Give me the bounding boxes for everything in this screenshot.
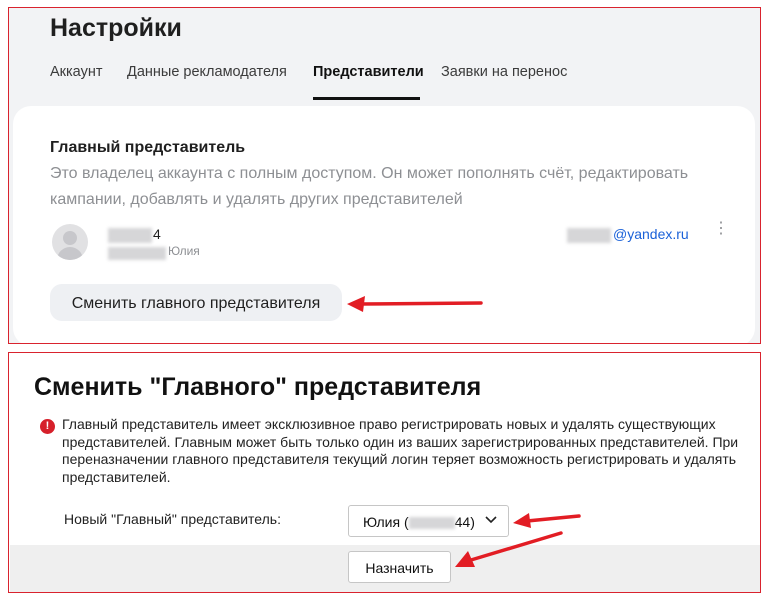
exclamation-circle-icon: ! [40,419,55,434]
avatar-head-shape [63,231,77,245]
assign-button[interactable]: Назначить [348,551,451,583]
tab-account[interactable]: Аккаунт [50,64,102,80]
tab-representatives[interactable]: Представители [313,64,424,80]
change-representative-dialog: Сменить "Главного" представителя ! Главн… [8,352,761,593]
vertical-ellipsis-icon[interactable]: ⋮ [713,221,729,244]
tab-transfer-requests[interactable]: Заявки на перенос [441,64,567,80]
user-name: Юлия [168,244,200,258]
tab-advertiser-data[interactable]: Данные рекламодателя [127,64,287,80]
user-login: 4 [153,226,161,242]
select-value: Юлия ( 44) [363,514,475,530]
redacted-email [567,228,611,243]
select-value-suffix: 44) [454,514,475,530]
change-main-representative-button[interactable]: Сменить главного представителя [50,284,342,321]
page-title: Настройки [50,14,182,42]
redacted-login-fragment [408,517,455,530]
user-email[interactable]: @yandex.ru [613,226,689,242]
warning-text: Главный представитель имеет эксклюзивное… [62,416,739,485]
redacted-login [108,228,152,243]
new-main-representative-label: Новый "Главный" представитель: [64,511,281,527]
settings-panel: Настройки Аккаунт Данные рекламодателя П… [8,7,761,344]
active-tab-indicator [313,97,420,100]
dialog-title: Сменить "Главного" представителя [34,373,482,401]
section-description: Это владелец аккаунта с полным доступом.… [50,165,689,208]
section-title: Главный представитель [50,139,246,156]
select-value-prefix: Юлия ( [363,514,409,530]
avatar-body-shape [57,247,83,260]
main-representative-card: Главный представитель Это владелец аккау… [13,106,755,343]
annotation-arrow-3 [455,531,563,567]
annotation-arrow-1 [347,296,483,312]
redacted-surname [108,247,166,260]
chevron-down-icon [485,512,497,528]
avatar [52,224,88,260]
